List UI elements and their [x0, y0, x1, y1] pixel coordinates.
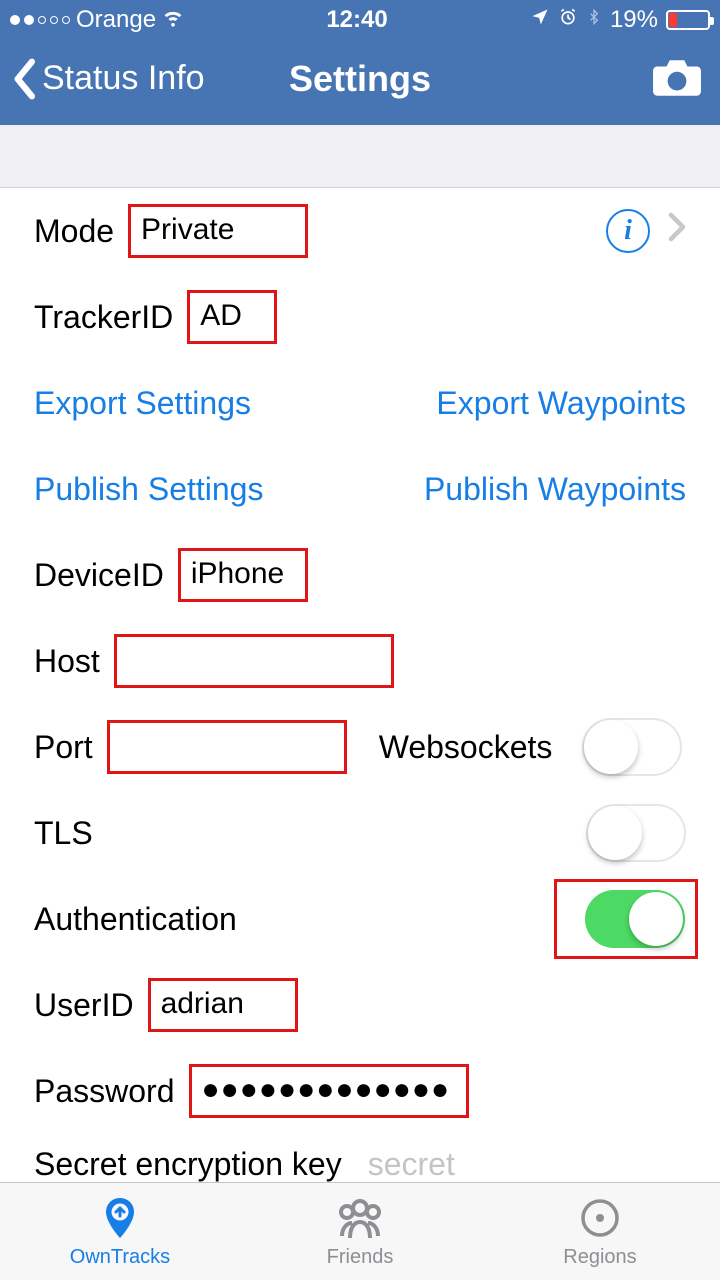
battery-icon — [666, 10, 710, 30]
secret-key-placeholder[interactable]: secret — [368, 1146, 455, 1183]
tracker-id-value[interactable]: AD — [187, 290, 277, 344]
websockets-label: Websockets — [379, 729, 553, 766]
export-row: Export Settings Export Waypoints — [0, 360, 720, 446]
publish-settings-button[interactable]: Publish Settings — [34, 471, 263, 508]
wifi-icon — [162, 6, 184, 35]
user-id-row[interactable]: UserID adrian — [0, 962, 720, 1048]
tab-owntracks[interactable]: OwnTracks — [0, 1183, 240, 1280]
battery-percent-label: 19% — [610, 6, 658, 34]
authentication-label: Authentication — [34, 901, 237, 938]
location-icon — [530, 6, 550, 34]
tls-toggle[interactable] — [586, 804, 686, 862]
secret-key-label: Secret encryption key — [34, 1146, 342, 1183]
tab-friends[interactable]: Friends — [240, 1183, 480, 1280]
publish-row: Publish Settings Publish Waypoints — [0, 446, 720, 532]
websockets-toggle[interactable] — [582, 718, 682, 776]
camera-button[interactable] — [652, 54, 702, 103]
signal-strength-icon — [10, 15, 70, 25]
nav-bar: Status Info Settings — [0, 40, 720, 125]
chevron-right-icon — [668, 212, 686, 250]
mode-value[interactable]: Private — [128, 204, 308, 258]
port-label: Port — [34, 729, 93, 766]
authentication-row: Authentication — [0, 876, 720, 962]
export-waypoints-button[interactable]: Export Waypoints — [436, 385, 686, 422]
mode-row[interactable]: Mode Private i — [0, 188, 720, 274]
authentication-toggle[interactable] — [585, 890, 685, 948]
status-bar: Orange 12:40 19% — [0, 0, 720, 40]
device-id-value[interactable]: iPhone — [178, 548, 308, 602]
clock-label: 12:40 — [326, 6, 387, 34]
tls-row: TLS — [0, 790, 720, 876]
authentication-toggle-highlight — [554, 879, 698, 959]
export-settings-button[interactable]: Export Settings — [34, 385, 251, 422]
carrier-label: Orange — [76, 6, 156, 34]
user-id-value[interactable]: adrian — [148, 978, 298, 1032]
password-value[interactable]: ●●●●●●●●●●●●● — [189, 1064, 469, 1118]
back-label: Status Info — [42, 59, 205, 98]
host-row[interactable]: Host — [0, 618, 720, 704]
mode-label: Mode — [34, 213, 114, 250]
tab-bar: OwnTracks Friends Regions — [0, 1182, 720, 1280]
tracker-id-label: TrackerID — [34, 299, 173, 336]
publish-waypoints-button[interactable]: Publish Waypoints — [424, 471, 686, 508]
device-id-row[interactable]: DeviceID iPhone — [0, 532, 720, 618]
back-button[interactable]: Status Info — [10, 57, 205, 101]
port-input[interactable] — [107, 720, 347, 774]
tab-regions-label: Regions — [563, 1246, 636, 1269]
bluetooth-icon — [586, 6, 602, 34]
alarm-icon — [558, 6, 578, 34]
password-label: Password — [34, 1073, 175, 1110]
device-id-label: DeviceID — [34, 557, 164, 594]
tab-regions[interactable]: Regions — [480, 1183, 720, 1280]
port-row: Port Websockets — [0, 704, 720, 790]
info-icon[interactable]: i — [606, 209, 650, 253]
tracker-id-row[interactable]: TrackerID AD — [0, 274, 720, 360]
tab-friends-label: Friends — [327, 1246, 394, 1269]
host-label: Host — [34, 643, 100, 680]
password-row[interactable]: Password ●●●●●●●●●●●●● — [0, 1048, 720, 1134]
host-input[interactable] — [114, 634, 394, 688]
user-id-label: UserID — [34, 987, 134, 1024]
section-spacer — [0, 125, 720, 188]
tls-label: TLS — [34, 815, 93, 852]
tab-owntracks-label: OwnTracks — [70, 1246, 170, 1269]
